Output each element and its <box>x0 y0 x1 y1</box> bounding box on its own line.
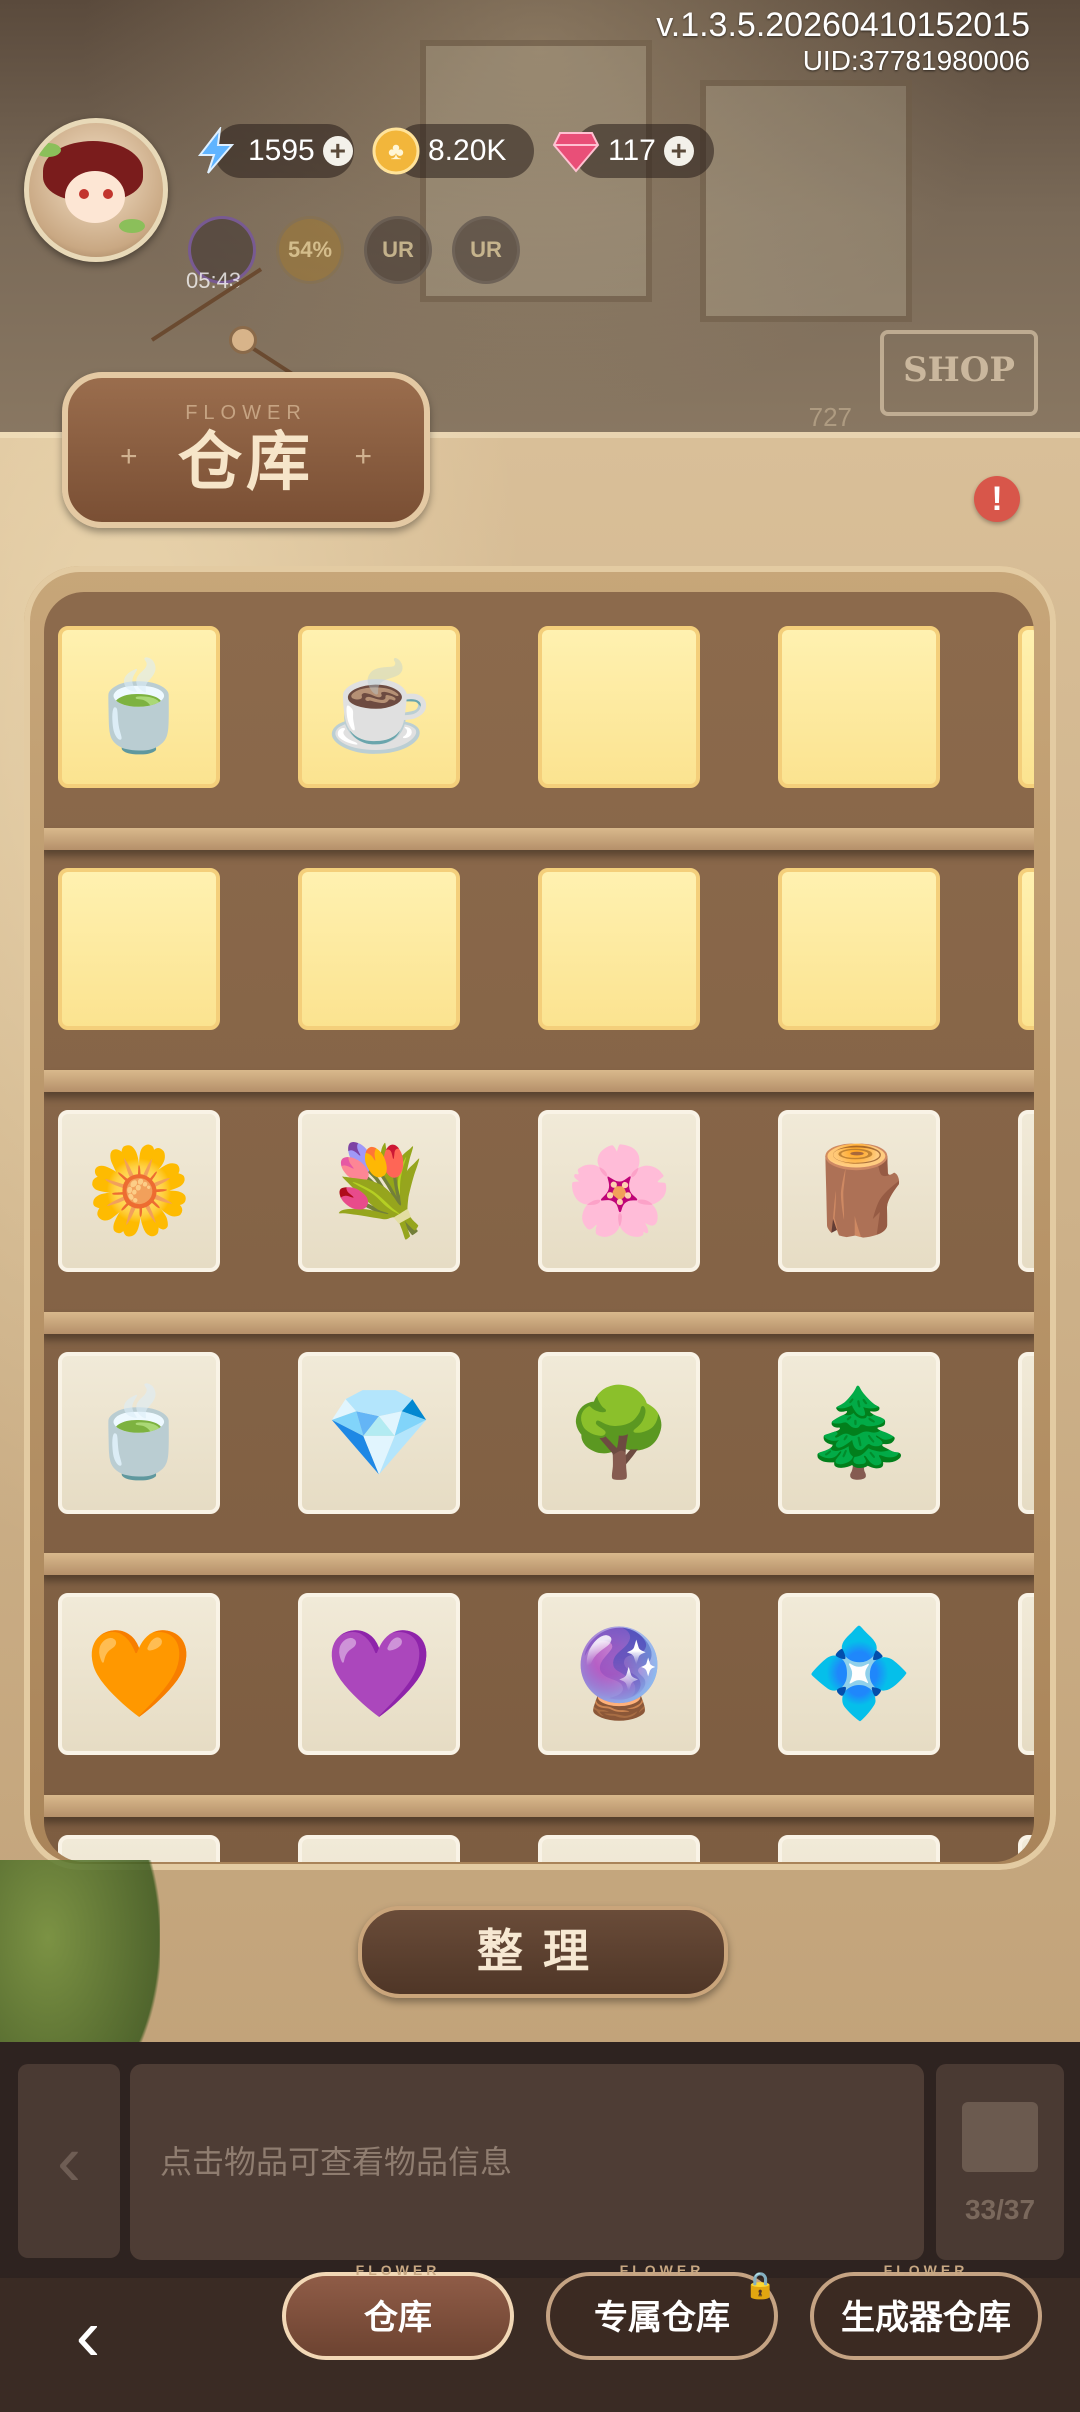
glass-dome-blue-tree-item[interactable]: 🌲 <box>778 1351 940 1514</box>
title-plaque: FLOWER + 仓库 + <box>62 372 430 528</box>
partial-item[interactable] <box>778 1835 940 1862</box>
ur-label: UR <box>470 237 502 262</box>
water-drop-item[interactable]: 💧 <box>1018 1351 1034 1514</box>
uid-text: UID:37781980006 <box>802 45 1030 76</box>
lightning-icon <box>192 127 240 175</box>
purple-drop-icon: 💜 <box>325 1626 433 1723</box>
cat-purple-teacup-item[interactable]: ☕ <box>298 626 460 789</box>
lock-icon: 🔒 <box>744 2270 777 2300</box>
progress-text: 54% <box>287 237 333 262</box>
white-lily-icon: 🌸 <box>565 1142 673 1239</box>
version-text: v.1.3.5.20260410152015 <box>656 6 1030 44</box>
yellow-bouquet-icon: 💐 <box>325 1142 433 1239</box>
tab-warehouse[interactable]: FLOWER 仓库 <box>282 2262 514 2360</box>
title-deco: FLOWER <box>185 402 307 424</box>
empty-slot[interactable] <box>1018 867 1034 1030</box>
shelf-board <box>44 828 1034 850</box>
empty-slot[interactable] <box>778 626 940 789</box>
shelf-grid: 🍵 ☕ 🌼 💐 🌸 🪵 🫖 🍵 💎 🌳 🌲 💧 🧡 💜 🔮 💠 🪶 <box>44 592 1034 1862</box>
tab-label: 仓库 <box>364 2299 432 2337</box>
cat-purple-teacup-icon: ☕ <box>325 659 433 756</box>
yellow-flower-frog-item[interactable]: 🌼 <box>58 1109 220 1272</box>
ur-icon[interactable]: UR <box>364 216 432 284</box>
back-arrow-icon[interactable]: ‹ <box>58 2290 118 2380</box>
player-avatar[interactable] <box>24 118 168 262</box>
coin-counter: ♣ 8.20K <box>372 124 534 178</box>
clover-coin-icon: ♣ <box>372 127 420 175</box>
empty-slot[interactable] <box>538 626 700 789</box>
partial-item[interactable] <box>298 1835 460 1862</box>
yellow-bouquet-item[interactable]: 💐 <box>298 1109 460 1272</box>
pink-crystal-item[interactable]: 🔮 <box>538 1593 700 1756</box>
empty-slot[interactable] <box>1018 626 1034 789</box>
shelf-board <box>44 1795 1034 1818</box>
cat-white-teacup-icon: 🍵 <box>85 1384 193 1481</box>
empty-slot[interactable] <box>58 867 220 1030</box>
sort-button[interactable]: 整理 <box>358 1906 728 1998</box>
tab-generator-warehouse[interactable]: FLOWER 生成器仓库 <box>810 2262 1042 2360</box>
glass-dome-blue-tree-icon: 🌲 <box>805 1384 913 1481</box>
empty-slot[interactable] <box>538 867 700 1030</box>
gem-value: 117 <box>608 134 656 167</box>
progress-event-icon[interactable]: 54% <box>276 216 344 284</box>
empty-slot[interactable] <box>298 867 460 1030</box>
cat-teacup-flower-icon: 🍵 <box>85 659 193 756</box>
version-info: v.1.3.5.20260410152015 UID:37781980006 <box>656 6 1030 77</box>
red-crystal-item[interactable]: 💎 <box>298 1351 460 1514</box>
svg-text:♣: ♣ <box>388 138 404 165</box>
glass-dome-pink-tree-item[interactable]: 🌳 <box>538 1351 700 1514</box>
red-crystal-icon: 💎 <box>325 1384 433 1481</box>
add-gem-button[interactable]: + <box>663 136 694 166</box>
partial-item[interactable] <box>58 1835 220 1862</box>
coin-value: 8.20K <box>428 134 507 167</box>
purple-drop-item[interactable]: 💜 <box>298 1593 460 1756</box>
event-timer: 05:43 <box>186 268 242 293</box>
capacity-box[interactable]: 33/37 <box>936 2064 1064 2260</box>
shelf-board <box>44 1069 1034 1092</box>
shelf-board <box>44 1553 1034 1576</box>
clay-pot-icon: 🪵 <box>805 1142 913 1239</box>
white-lily-item[interactable]: 🌸 <box>538 1109 700 1272</box>
item-info-hint: 点击物品可查看物品信息 <box>130 2064 924 2260</box>
tab-deco: FLOWER <box>883 2262 969 2278</box>
yellow-flower-frog-icon: 🌼 <box>85 1142 193 1239</box>
hanger-knob <box>229 326 257 354</box>
capacity-count: 33/37 <box>964 2194 1036 2225</box>
purple-gem-icon: 💠 <box>805 1626 913 1723</box>
ur-label: UR <box>382 237 414 262</box>
cat-white-teacup-item[interactable]: 🍵 <box>58 1351 220 1514</box>
shelf-board <box>44 1311 1034 1334</box>
box-icon <box>962 2102 1038 2172</box>
cat-teacup-flower-item[interactable]: 🍵 <box>58 626 220 789</box>
orange-drop-icon: 🧡 <box>85 1626 193 1723</box>
faint-value: 727 <box>808 402 852 432</box>
ur-icon[interactable]: UR <box>452 216 520 284</box>
shop-sign: SHOP <box>880 330 1038 416</box>
pink-crystal-icon: 🔮 <box>565 1626 673 1723</box>
tab-label: 生成器仓库 <box>841 2299 1011 2337</box>
empty-slot[interactable] <box>778 867 940 1030</box>
tab-label: 专属仓库 <box>594 2299 730 2337</box>
glass-dome-pink-tree-icon: 🌳 <box>565 1384 673 1481</box>
partial-item[interactable] <box>538 1835 700 1862</box>
collapse-arrow-button[interactable]: ‹ <box>18 2064 120 2258</box>
tab-deco: FLOWER <box>619 2262 705 2278</box>
partial-item[interactable] <box>1018 1835 1034 1862</box>
blue-feather-item[interactable]: 🪶 <box>1018 1593 1034 1756</box>
cat-blue-teacup-item[interactable]: 🫖 <box>1018 1109 1034 1272</box>
clay-pot-item[interactable]: 🪵 <box>778 1109 940 1272</box>
purple-gem-item[interactable]: 💠 <box>778 1593 940 1756</box>
orange-drop-item[interactable]: 🧡 <box>58 1593 220 1756</box>
background-window <box>700 80 912 322</box>
energy-value: 1595 <box>248 134 315 167</box>
tab-deco: FLOWER <box>355 2262 441 2278</box>
tab-exclusive-warehouse[interactable]: FLOWER 专属仓库 🔒 <box>546 2262 778 2360</box>
energy-counter: 1595 + <box>197 124 354 178</box>
add-energy-button[interactable]: + <box>322 136 353 166</box>
gem-counter: 117 + <box>552 124 714 178</box>
gem-icon <box>552 127 600 175</box>
alert-icon[interactable]: ! <box>974 476 1020 522</box>
